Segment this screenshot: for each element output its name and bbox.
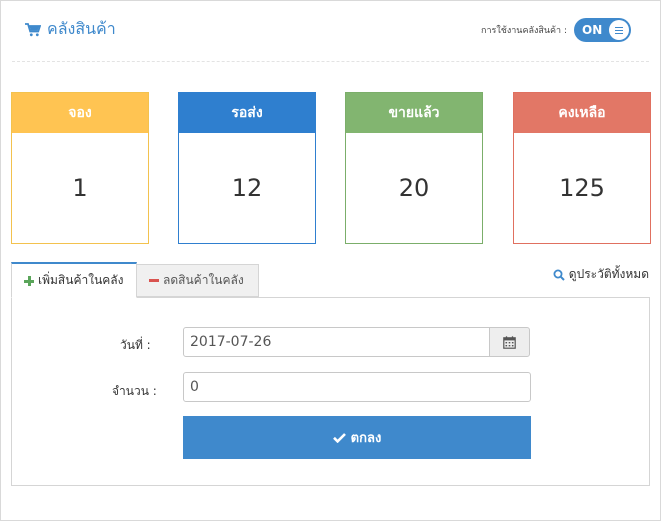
stat-card-label: จอง [12,93,148,133]
stat-card-remaining: คงเหลือ 125 [513,92,651,244]
stat-card-label: ขายแล้ว [346,93,482,133]
stat-card-label: คงเหลือ [514,93,650,133]
tab-remove-stock-label: ลดสินค้าในคลัง [163,273,244,287]
stat-card-value: 20 [398,174,430,202]
toggle-knob-icon [609,20,629,40]
page-title: คลังสินค้า [25,17,116,42]
tab-add-stock[interactable]: เพิ่มสินค้าในคลัง [11,262,137,298]
check-icon [332,433,346,443]
quantity-input[interactable]: 0 [183,372,531,402]
stat-card-pending-shipment: รอส่ง 12 [178,92,316,244]
shopping-cart-icon [25,22,41,36]
plus-icon [24,275,34,286]
date-input[interactable]: 2017-07-26 [183,327,490,357]
tab-remove-stock[interactable]: ลดสินค้าในคลัง [137,264,259,297]
stat-card-value: 125 [559,174,605,202]
quantity-value: 0 [190,379,199,395]
inventory-toggle[interactable]: ON [574,18,631,42]
view-history-link[interactable]: ดูประวัติทั้งหมด [553,265,649,284]
stat-card-reserved: จอง 1 [11,92,149,244]
calendar-icon [503,335,516,349]
submit-label: ตกลง [350,431,382,446]
page-title-text: คลังสินค้า [47,19,116,38]
search-icon [553,269,565,281]
date-label: วันที่ : [120,338,151,352]
tab-add-stock-label: เพิ่มสินค้าในคลัง [38,273,124,287]
inventory-toggle-label: การใช้งานคลังสินค้า : [481,26,567,36]
header-divider [12,61,649,62]
submit-button[interactable]: ตกลง [183,416,531,459]
calendar-button[interactable] [489,327,530,357]
stat-card-value: 12 [231,174,263,202]
view-history-label: ดูประวัติทั้งหมด [568,267,649,281]
stat-card-sold: ขายแล้ว 20 [345,92,483,244]
date-value: 2017-07-26 [190,334,272,350]
stat-card-label: รอส่ง [179,93,315,133]
minus-icon [149,279,159,282]
quantity-label: จำนวน : [112,384,157,398]
stat-card-value: 1 [72,174,88,202]
inventory-toggle-state: ON [582,23,603,37]
inventory-toggle-group: การใช้งานคลังสินค้า : ON [481,18,631,42]
